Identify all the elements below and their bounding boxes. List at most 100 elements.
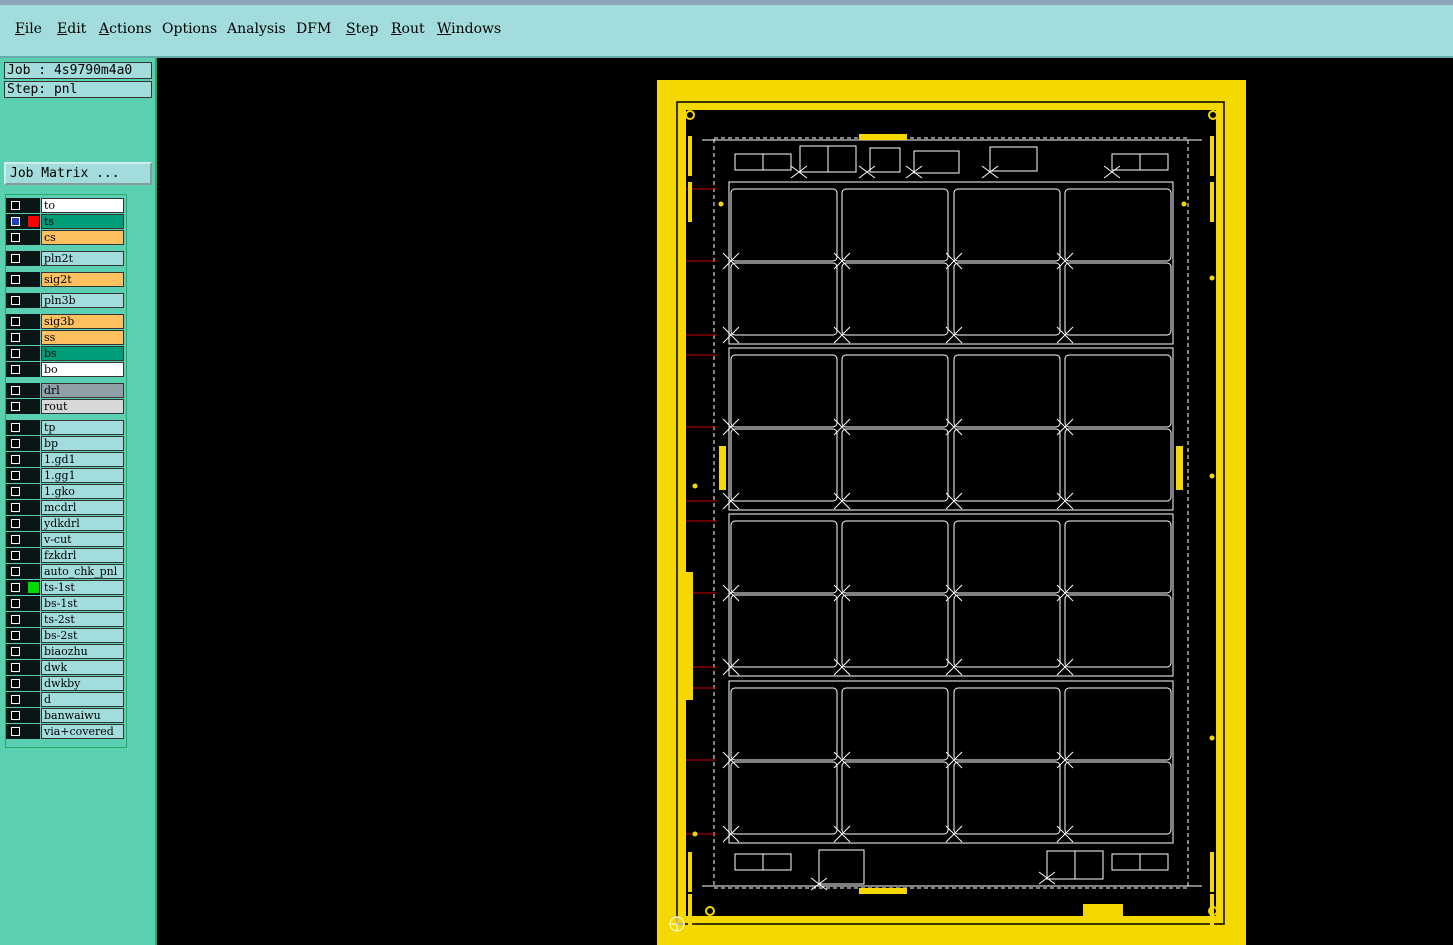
layer-row-v-cut[interactable]: v-cut — [6, 532, 126, 547]
layer-checkbox[interactable] — [11, 583, 20, 592]
layer-row-via+covered[interactable]: via+covered — [6, 724, 126, 739]
layer-name[interactable]: drl — [41, 383, 124, 398]
layer-row-auto_chk_pnl[interactable]: auto_chk_pnl — [6, 564, 126, 579]
layer-name[interactable]: ts-1st — [41, 580, 124, 595]
layer-row-bo[interactable]: bo — [6, 362, 126, 377]
menu-edit[interactable]: Edit — [57, 21, 86, 37]
layer-name[interactable]: bs-2st — [41, 628, 124, 643]
layer-checkbox[interactable] — [11, 567, 20, 576]
layer-row-1.gd1[interactable]: 1.gd1 — [6, 452, 126, 467]
layer-name[interactable]: 1.gg1 — [41, 468, 124, 483]
layer-row-rout[interactable]: rout — [6, 399, 126, 414]
layer-name[interactable]: dwk — [41, 660, 124, 675]
layer-row-cs[interactable]: cs — [6, 230, 126, 245]
layer-checkbox[interactable] — [11, 333, 20, 342]
layer-name[interactable]: 1.gd1 — [41, 452, 124, 467]
layer-name[interactable]: pln2t — [41, 251, 124, 266]
layer-checkbox[interactable] — [11, 254, 20, 263]
layer-row-biaozhu[interactable]: biaozhu — [6, 644, 126, 659]
layer-name[interactable]: d — [41, 692, 124, 707]
layer-row-bs-2st[interactable]: bs-2st — [6, 628, 126, 643]
layer-name[interactable]: via+covered — [41, 724, 124, 739]
layer-row-bs[interactable]: bs — [6, 346, 126, 361]
layer-name[interactable]: ts-2st — [41, 612, 124, 627]
layer-checkbox[interactable] — [11, 423, 20, 432]
layer-checkbox[interactable] — [11, 201, 20, 210]
layer-checkbox[interactable] — [11, 275, 20, 284]
layer-checkbox[interactable] — [11, 711, 20, 720]
layer-checkbox[interactable] — [11, 535, 20, 544]
layer-name[interactable]: bp — [41, 436, 124, 451]
layer-checkbox[interactable] — [11, 217, 20, 226]
layer-row-ss[interactable]: ss — [6, 330, 126, 345]
menu-step[interactable]: Step — [346, 21, 378, 37]
layer-row-1.gko[interactable]: 1.gko — [6, 484, 126, 499]
layer-checkbox[interactable] — [11, 471, 20, 480]
layer-checkbox[interactable] — [11, 551, 20, 560]
layer-row-to[interactable]: to — [6, 198, 126, 213]
menu-analysis[interactable]: Analysis — [227, 21, 286, 37]
layer-row-ts-2st[interactable]: ts-2st — [6, 612, 126, 627]
layer-row-mcdrl[interactable]: mcdrl — [6, 500, 126, 515]
layer-name[interactable]: dwkby — [41, 676, 124, 691]
job-matrix-button[interactable]: Job Matrix ... — [4, 162, 152, 185]
layer-row-drl[interactable]: drl — [6, 383, 126, 398]
menu-options[interactable]: Options — [162, 21, 217, 37]
graphics-canvas[interactable] — [157, 58, 1453, 945]
layer-name[interactable]: biaozhu — [41, 644, 124, 659]
menu-rout[interactable]: Rout — [391, 21, 425, 37]
layer-name[interactable]: cs — [41, 230, 124, 245]
layer-name[interactable]: 1.gko — [41, 484, 124, 499]
layer-checkbox[interactable] — [11, 349, 20, 358]
layer-name[interactable]: bs — [41, 346, 124, 361]
layer-row-ydkdrl[interactable]: ydkdrl — [6, 516, 126, 531]
layer-checkbox[interactable] — [11, 647, 20, 656]
layer-checkbox[interactable] — [11, 631, 20, 640]
menu-windows[interactable]: Windows — [437, 21, 501, 37]
layer-checkbox[interactable] — [11, 727, 20, 736]
layer-checkbox[interactable] — [11, 365, 20, 374]
layer-row-pln3b[interactable]: pln3b — [6, 293, 126, 308]
layer-name[interactable]: to — [41, 198, 124, 213]
layer-name[interactable]: ts — [41, 214, 124, 229]
layer-name[interactable]: pln3b — [41, 293, 124, 308]
layer-name[interactable]: mcdrl — [41, 500, 124, 515]
layer-name[interactable]: bs-1st — [41, 596, 124, 611]
layer-checkbox[interactable] — [11, 296, 20, 305]
layer-name[interactable]: fzkdrl — [41, 548, 124, 563]
layer-checkbox[interactable] — [11, 663, 20, 672]
layer-name[interactable]: sig2t — [41, 272, 124, 287]
layer-row-ts[interactable]: ts — [6, 214, 126, 229]
layer-checkbox[interactable] — [11, 487, 20, 496]
layer-row-dwkby[interactable]: dwkby — [6, 676, 126, 691]
layer-row-dwk[interactable]: dwk — [6, 660, 126, 675]
layer-name[interactable]: auto_chk_pnl — [41, 564, 124, 579]
layer-checkbox[interactable] — [11, 519, 20, 528]
layer-row-pln2t[interactable]: pln2t — [6, 251, 126, 266]
layer-name[interactable]: ydkdrl — [41, 516, 124, 531]
layer-row-tp[interactable]: tp — [6, 420, 126, 435]
layer-row-sig3b[interactable]: sig3b — [6, 314, 126, 329]
layer-row-sig2t[interactable]: sig2t — [6, 272, 126, 287]
menu-file[interactable]: File — [15, 21, 42, 37]
layer-checkbox[interactable] — [11, 503, 20, 512]
layer-row-fzkdrl[interactable]: fzkdrl — [6, 548, 126, 563]
layer-row-1.gg1[interactable]: 1.gg1 — [6, 468, 126, 483]
layer-checkbox[interactable] — [11, 679, 20, 688]
layer-checkbox[interactable] — [11, 233, 20, 242]
layer-row-banwaiwu[interactable]: banwaiwu — [6, 708, 126, 723]
layer-row-bp[interactable]: bp — [6, 436, 126, 451]
layer-row-d[interactable]: d — [6, 692, 126, 707]
layer-checkbox[interactable] — [11, 455, 20, 464]
menu-actions[interactable]: Actions — [99, 21, 152, 37]
layer-name[interactable]: sig3b — [41, 314, 124, 329]
layer-checkbox[interactable] — [11, 386, 20, 395]
menu-dfm[interactable]: DFM — [296, 21, 331, 37]
layer-checkbox[interactable] — [11, 317, 20, 326]
layer-checkbox[interactable] — [11, 439, 20, 448]
layer-name[interactable]: v-cut — [41, 532, 124, 547]
layer-name[interactable]: bo — [41, 362, 124, 377]
layer-checkbox[interactable] — [11, 615, 20, 624]
layer-checkbox[interactable] — [11, 402, 20, 411]
layer-row-bs-1st[interactable]: bs-1st — [6, 596, 126, 611]
